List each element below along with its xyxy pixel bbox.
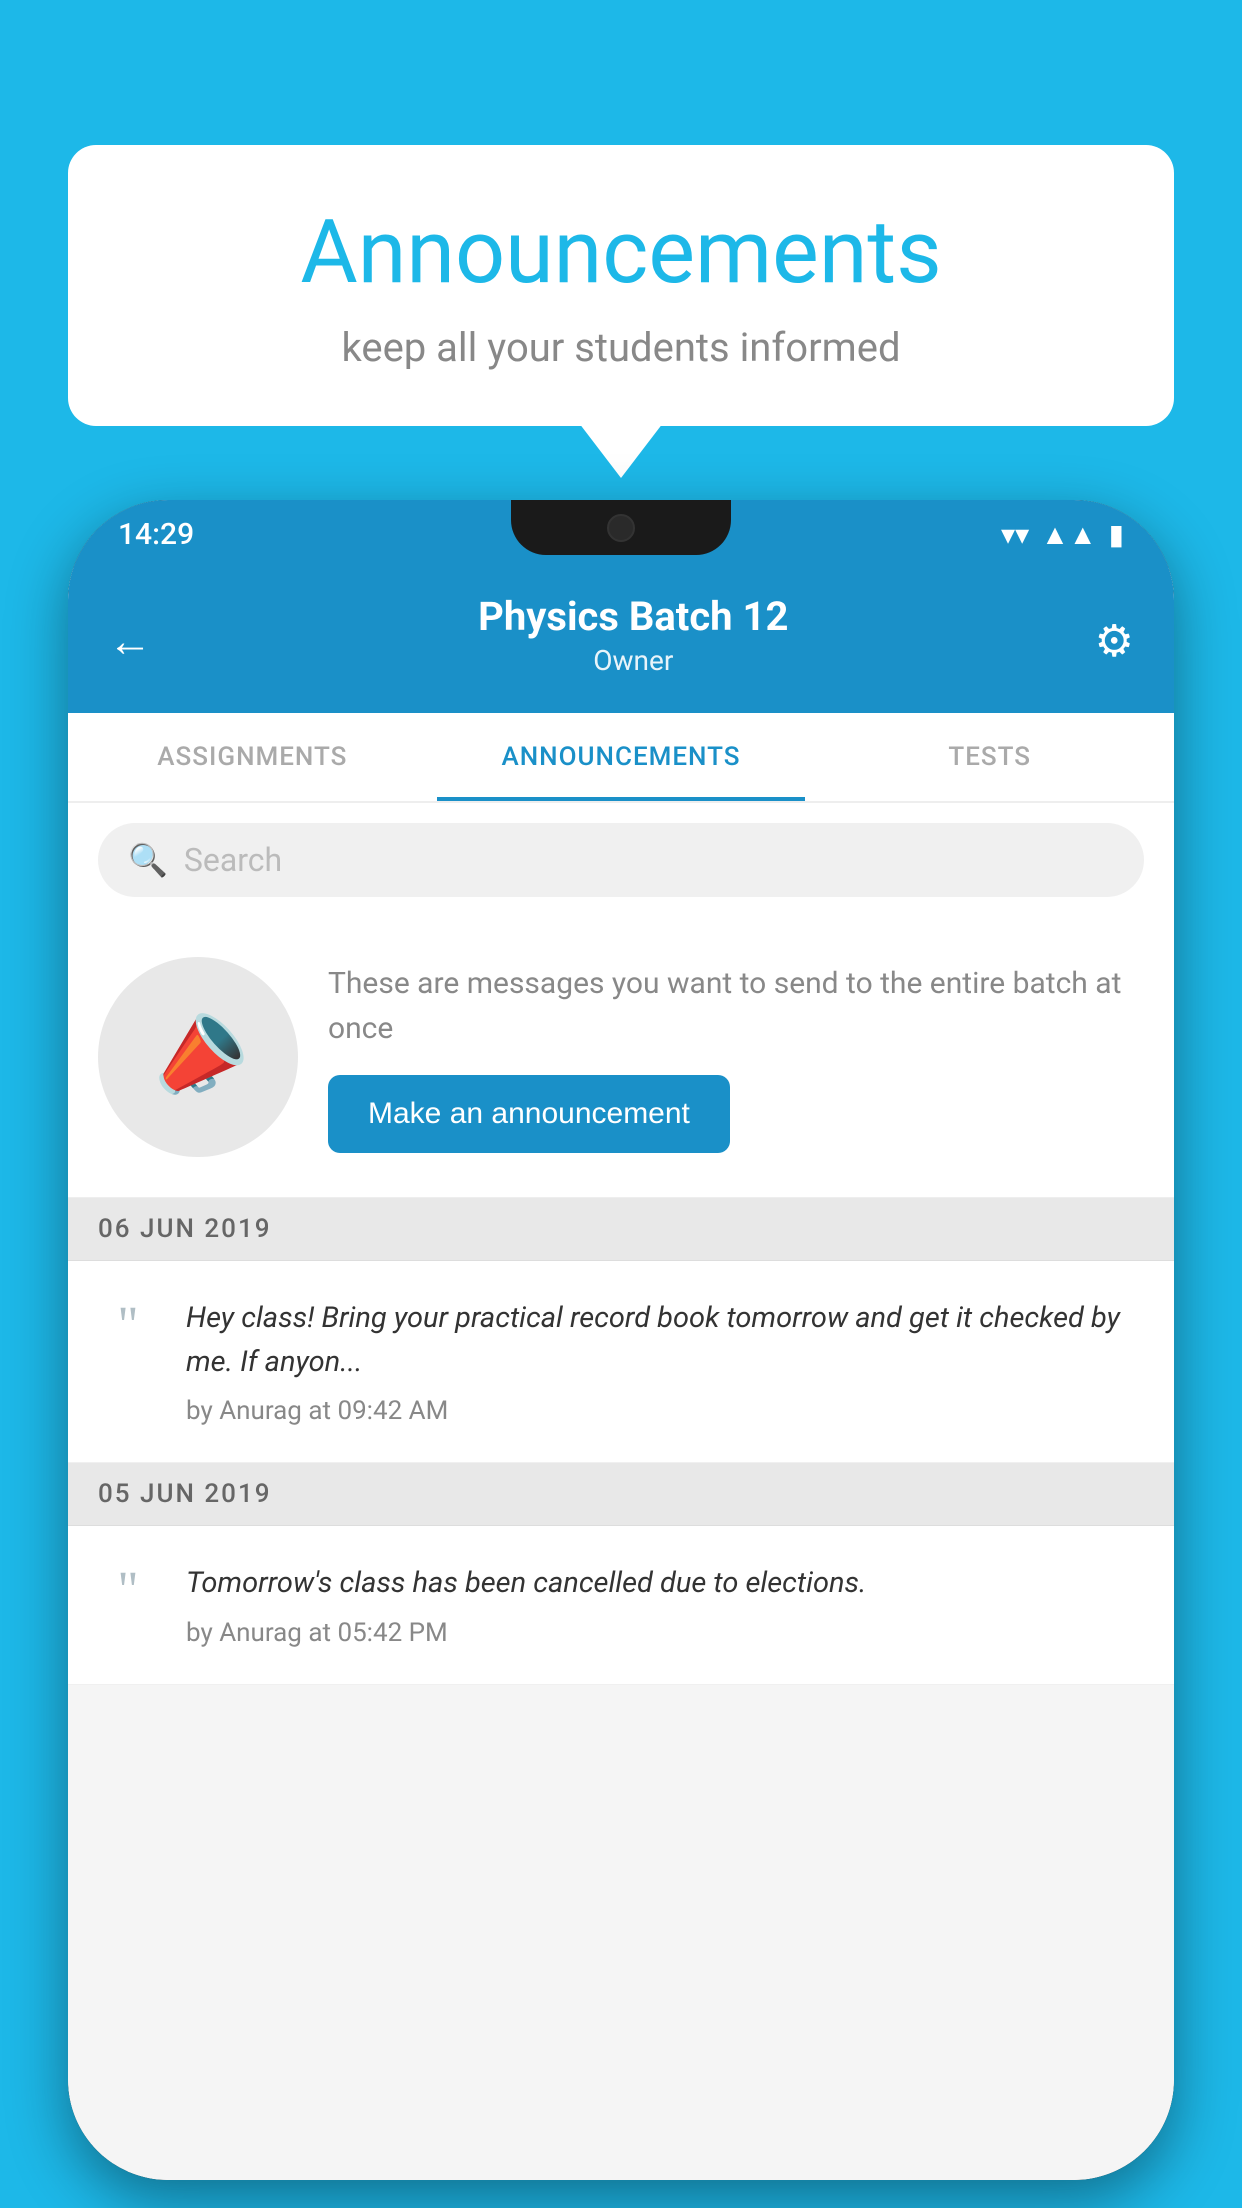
quote-icon-2: " [98,1570,158,1612]
search-icon: 🔍 [128,841,168,879]
announcement-message-1: Hey class! Bring your practical record b… [186,1297,1144,1384]
app-bar-title-area: Physics Batch 12 Owner [172,593,1095,677]
app-bar-subtitle: Owner [172,644,1095,677]
tabs-bar: ASSIGNMENTS ANNOUNCEMENTS TESTS [68,713,1174,803]
tab-announcements[interactable]: ANNOUNCEMENTS [437,713,806,801]
speech-bubble: Announcements keep all your students inf… [68,145,1174,426]
status-time: 14:29 [118,517,194,552]
announcement-item-2: " Tomorrow's class has been cancelled du… [68,1526,1174,1685]
screen-content: ← Physics Batch 12 Owner ⚙ ASSIGNMENTS A… [68,568,1174,2180]
app-bar: ← Physics Batch 12 Owner ⚙ [68,568,1174,713]
announcement-message-2: Tomorrow's class has been cancelled due … [186,1562,1144,1606]
tab-assignments[interactable]: ASSIGNMENTS [68,713,437,801]
search-container: 🔍 Search [68,803,1174,917]
back-button[interactable]: ← [108,615,152,667]
tab-tests[interactable]: TESTS [805,713,1174,801]
speech-bubble-card: Announcements keep all your students inf… [68,145,1174,426]
promo-description: These are messages you want to send to t… [328,961,1144,1051]
search-placeholder: Search [184,841,282,879]
phone-wrapper: 14:29 ▾▾ ▲▲ ▮ ← Physics Batch 12 Owner ⚙ [68,500,1174,2180]
speech-bubble-title: Announcements [148,205,1094,302]
announcement-content-2: Tomorrow's class has been cancelled due … [186,1562,1144,1648]
date-separator-2: 05 JUN 2019 [68,1463,1174,1526]
search-bar[interactable]: 🔍 Search [98,823,1144,897]
speech-bubble-subtitle: keep all your students informed [148,324,1094,371]
announcement-author-1: by Anurag at 09:42 AM [186,1396,1144,1426]
quote-icon-1: " [98,1305,158,1347]
phone-frame: 14:29 ▾▾ ▲▲ ▮ ← Physics Batch 12 Owner ⚙ [68,500,1174,2180]
wifi-icon: ▾▾ [1001,518,1029,551]
announcement-content-1: Hey class! Bring your practical record b… [186,1297,1144,1426]
date-separator-1: 06 JUN 2019 [68,1198,1174,1261]
settings-icon[interactable]: ⚙ [1095,615,1134,667]
app-bar-title: Physics Batch 12 [172,593,1095,640]
make-announcement-button[interactable]: Make an announcement [328,1075,730,1153]
signal-icon: ▲▲ [1041,518,1096,551]
announcement-author-2: by Anurag at 05:42 PM [186,1618,1144,1648]
megaphone-icon: 📣 [135,996,261,1118]
phone-screen: 14:29 ▾▾ ▲▲ ▮ ← Physics Batch 12 Owner ⚙ [68,500,1174,2180]
promo-content: These are messages you want to send to t… [328,961,1144,1153]
promo-section: 📣 These are messages you want to send to… [68,917,1174,1198]
battery-icon: ▮ [1109,518,1124,551]
status-icons: ▾▾ ▲▲ ▮ [1001,518,1124,551]
front-camera [607,514,635,542]
promo-icon-circle: 📣 [98,957,298,1157]
phone-notch [511,500,731,555]
announcement-item-1: " Hey class! Bring your practical record… [68,1261,1174,1463]
